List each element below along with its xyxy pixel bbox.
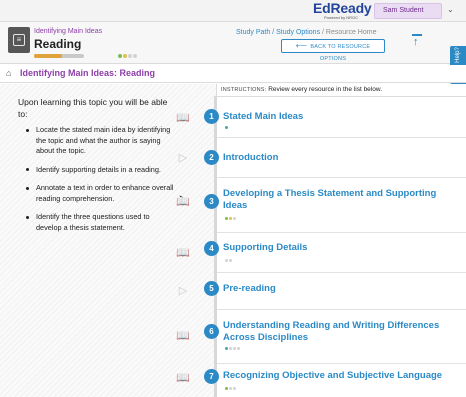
back-to-resource-options-button[interactable]: ⟵ BACK TO RESOURCE OPTIONS (281, 39, 385, 62)
objectives-panel: Upon learning this topic you will be abl… (0, 84, 217, 397)
topic-icon: ≡ (8, 27, 30, 53)
objective-item: Annotate a text in order to enhance over… (26, 183, 176, 204)
status-dot (133, 54, 137, 58)
arrow-up-icon[interactable]: ↑ (412, 34, 422, 48)
back-button-label: BACK TO RESOURCE OPTIONS (310, 44, 371, 62)
resource-number: 2 (204, 150, 219, 165)
video-book-icon: 📖 (176, 247, 190, 259)
resource-title[interactable]: Developing a Thesis Statement and Suppor… (223, 188, 453, 212)
resource-number: 4 (204, 241, 219, 256)
resource-item[interactable]: ▷ 5 Pre-reading (179, 273, 466, 310)
status-dot (118, 54, 122, 58)
status-dot (233, 217, 236, 220)
topic-title: Reading (34, 37, 82, 51)
video-icon: ▷ (178, 152, 188, 164)
topic-kicker: Identifying Main Ideas (34, 28, 103, 35)
resource-status-dots (225, 347, 241, 365)
status-dot (225, 126, 228, 129)
top-bar: EdReady Powered by NROC Sam Student ⌄ (0, 0, 466, 22)
status-dot (225, 387, 228, 390)
chevron-down-icon[interactable]: ⌄ (447, 5, 454, 14)
edready-logo[interactable]: EdReady Powered by NROC (313, 0, 372, 20)
resource-title[interactable]: Stated Main Ideas (223, 111, 453, 123)
status-dot (225, 217, 228, 220)
section-title: Identifying Main Ideas: Reading (20, 68, 156, 78)
status-dot (225, 347, 228, 350)
topic-progress-fill (34, 54, 62, 58)
status-dot (229, 387, 232, 390)
resource-item[interactable]: 📖 4 Supporting Details (176, 233, 466, 273)
resource-title[interactable]: Recognizing Objective and Subjective Lan… (223, 370, 463, 382)
status-dot (123, 54, 127, 58)
arrow-left-icon: ⟵ (295, 41, 308, 50)
resource-title[interactable]: Understanding Reading and Writing Differ… (223, 320, 453, 344)
status-dot (229, 347, 232, 350)
breadcrumb-current: Resource Home (325, 29, 377, 36)
breadcrumb-study-path[interactable]: Study Path (236, 29, 270, 36)
resource-number: 6 (204, 324, 219, 339)
breadcrumb-study-options[interactable]: Study Options (276, 29, 320, 36)
user-menu-button[interactable]: Sam Student (374, 3, 442, 19)
objectives-list: Locate the stated main idea by identifyi… (26, 125, 176, 241)
instructions: INSTRUCTIONS: Review every resource in t… (217, 84, 466, 97)
status-dot (233, 387, 236, 390)
resource-item[interactable]: 📖 7 Recognizing Objective and Subjective… (176, 364, 466, 397)
book-icon: 📖 (176, 330, 190, 342)
objectives-lead: Upon learning this topic you will be abl… (18, 97, 168, 119)
objective-item: Locate the stated main idea by identifyi… (26, 125, 176, 157)
instructions-label: INSTRUCTIONS: (221, 87, 267, 93)
topic-progress-bar (34, 54, 84, 58)
resource-title[interactable]: Pre-reading (223, 283, 453, 295)
home-icon[interactable]: ⌂ (6, 68, 11, 78)
status-dot (229, 259, 232, 262)
resource-item[interactable]: 📖 6 Understanding Reading and Writing Di… (176, 310, 466, 365)
objective-item: Identify the three questions used to dev… (26, 212, 176, 233)
resource-number: 3 (204, 194, 219, 209)
resource-number: 1 (204, 109, 219, 124)
resource-number: 5 (204, 281, 219, 296)
breadcrumb: Study Path / Study Options / Resource Ho… (236, 29, 376, 36)
section-header: ⌂ Identifying Main Ideas: Reading (0, 65, 466, 83)
topic-header: ≡ Identifying Main Ideas Reading Study P… (0, 22, 466, 64)
resource-title[interactable]: Introduction (223, 152, 453, 164)
status-dot (229, 217, 232, 220)
status-dot (225, 259, 228, 262)
status-dot (237, 347, 240, 350)
status-dot (128, 54, 132, 58)
resource-title[interactable]: Supporting Details (223, 242, 453, 254)
status-dot (233, 347, 236, 350)
document-icon: ≡ (13, 34, 25, 46)
book-icon: 📖 (176, 112, 190, 124)
objective-item: Identify supporting details in a reading… (26, 165, 176, 176)
instructions-text: Review every resource in the list below. (266, 86, 382, 93)
resource-item[interactable]: ▷ 2 Introduction (179, 138, 466, 178)
video-icon: ▷ (178, 285, 188, 297)
resource-status-dots (225, 387, 237, 397)
resource-number: 7 (204, 369, 219, 384)
brand-name: EdReady (313, 0, 372, 16)
resource-item[interactable]: 📖 3 Developing a Thesis Statement and Su… (176, 178, 466, 233)
book-icon: 📖 (176, 196, 190, 208)
resource-item[interactable]: 📖 1 Stated Main Ideas (176, 98, 466, 138)
book-icon: 📖 (176, 372, 190, 384)
